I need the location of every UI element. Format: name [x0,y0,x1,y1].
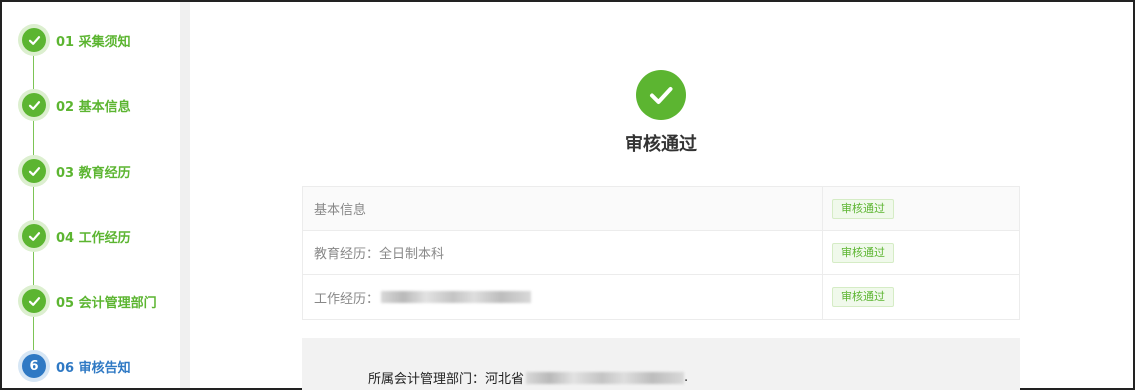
step-connector [33,52,34,92]
review-status-cell: 审核通过 [823,275,1019,319]
step-basic-info[interactable]: 02 基本信息 [22,93,131,117]
department-label: 所属会计管理部门：河北省 [368,372,525,387]
step-accounting-department[interactable]: 05 会计管理部门 [22,289,157,313]
check-icon [22,289,46,313]
step-label: 04 工作经历 [56,230,131,246]
table-row: 工作经历： 审核通过 [303,275,1019,319]
check-icon [22,28,46,52]
redacted-text [526,371,685,384]
review-table: 基本信息 审核通过 教育经历：全日制本科 审核通过 工作经历： 审核通过 [302,186,1020,320]
step-connector [33,248,34,288]
status-badge: 审核通过 [832,287,894,307]
check-icon [22,224,46,248]
step-sidebar: 01 采集须知 02 基本信息 03 教育经历 04 工作经历 05 会计管理部 [2,2,180,388]
main-content: 审核通过 基本信息 审核通过 教育经历：全日制本科 审核通过 工作经历： 审核通… [190,2,1133,390]
check-icon [22,93,46,117]
step-collection-notice[interactable]: 01 采集须知 [22,28,131,52]
step-education[interactable]: 03 教育经历 [22,159,131,183]
step-label: 01 采集须知 [56,34,131,50]
step-connector [33,117,34,158]
table-row: 基本信息 审核通过 [303,187,1019,231]
redacted-text [381,291,532,303]
department-panel: 所属会计管理部门：河北省 . [302,338,1020,390]
department-trailing: . [684,370,689,385]
department-line: 所属会计管理部门：河北省 . [368,368,688,387]
step-label: 03 教育经历 [56,165,131,181]
step-review-notice[interactable]: 6 06 审核告知 [22,354,131,378]
status-badge: 审核通过 [832,198,894,219]
table-row: 教育经历：全日制本科 审核通过 [303,231,1019,275]
step-label: 05 会计管理部门 [56,295,157,311]
step-connector [33,183,34,224]
review-status-cell: 审核通过 [823,231,1019,274]
step-label: 06 审核告知 [56,360,131,376]
check-icon [22,159,46,183]
review-item: 教育经历：全日制本科 [303,231,823,274]
status-badge: 审核通过 [832,242,894,263]
sidebar-divider [180,2,190,388]
step-work-experience[interactable]: 04 工作经历 [22,224,131,248]
step-number-badge: 6 [22,354,46,378]
review-item-label: 工作经历： [314,291,380,307]
review-item: 工作经历： [303,275,823,319]
review-item: 基本信息 [303,187,823,230]
check-circle-icon [636,70,686,120]
step-label: 02 基本信息 [56,99,131,115]
review-status-cell: 审核通过 [823,187,1019,230]
result-title: 审核通过 [625,134,697,155]
step-connector [33,313,34,354]
